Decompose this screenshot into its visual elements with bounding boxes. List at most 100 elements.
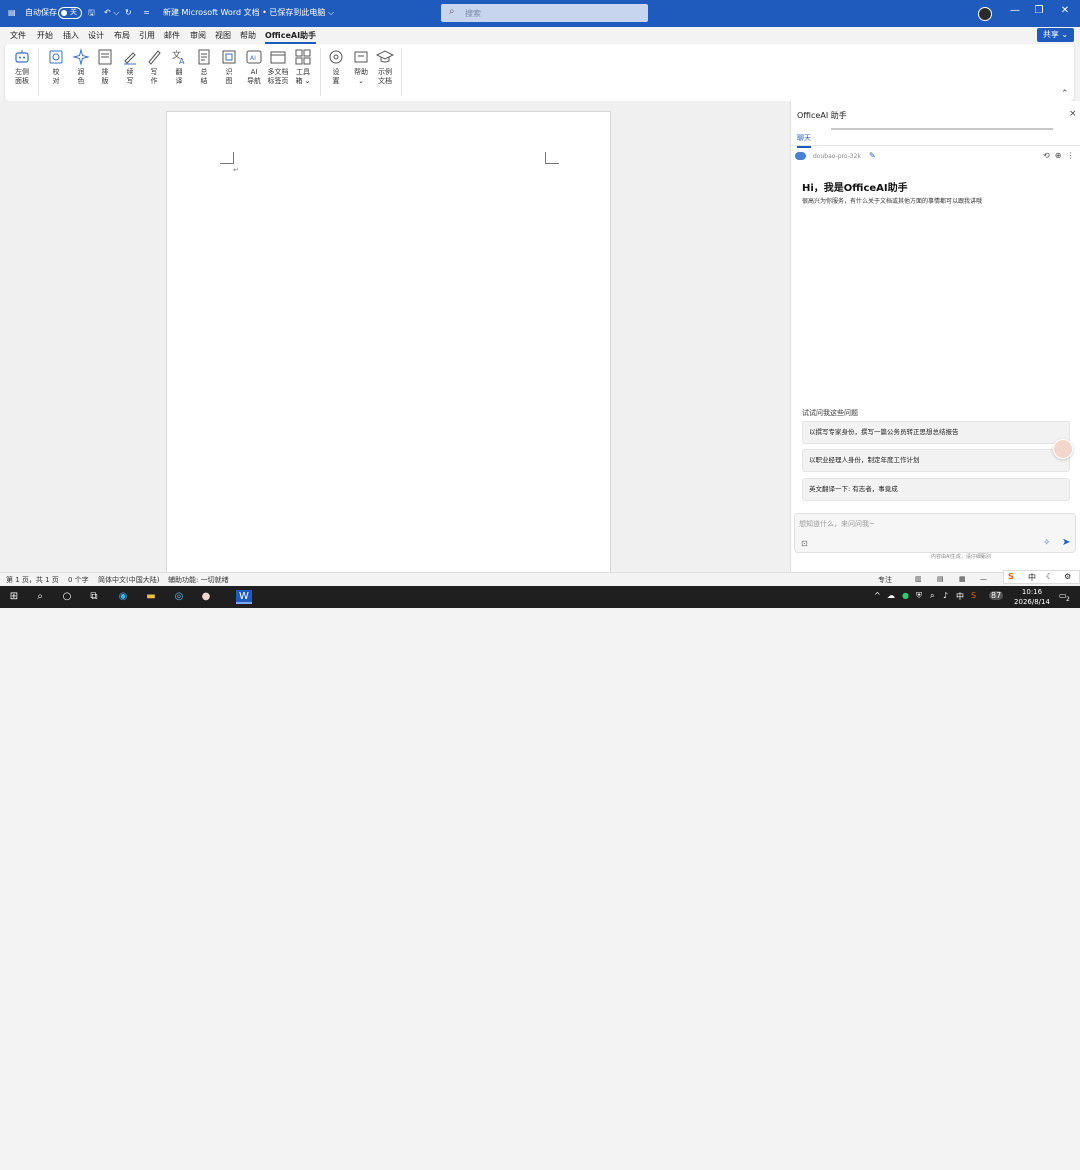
document-title[interactable]: 新建 Microsoft Word 文档 • 已保存到此电脑 ⌵ — [163, 6, 334, 20]
officeai-pane: OfficeAI 助手 × 聊天 doubao-pro-32k ✎ ⟲⊕⋮ Hi… — [790, 101, 1080, 572]
redo-icon[interactable]: ↻ — [125, 6, 132, 20]
user-avatar[interactable] — [978, 7, 992, 21]
read-mode-icon[interactable]: ▥ — [915, 575, 922, 583]
image-recognize-button[interactable]: 识 图 — [218, 48, 240, 86]
network-icon[interactable]: ⌕ — [930, 591, 934, 601]
ime-mode[interactable]: 中 — [1028, 572, 1036, 583]
chat-input-placeholder: 想知道什么，来问问我~ — [799, 520, 875, 528]
layout-button[interactable]: 排 版 — [94, 48, 116, 86]
sogou-icon[interactable]: S — [971, 591, 976, 600]
file-explorer-icon[interactable]: ▬ — [144, 590, 158, 604]
zoom-out-button[interactable]: — — [980, 575, 987, 583]
document-page[interactable] — [166, 111, 611, 573]
edge-icon[interactable]: ◉ — [116, 590, 130, 604]
polish-button[interactable]: 润 色 — [70, 48, 92, 86]
tab-help[interactable]: 帮助 — [240, 30, 256, 41]
sparkle-icon — [72, 48, 90, 66]
word-count[interactable]: 0 个字 — [68, 575, 89, 585]
page-count[interactable]: 第 1 页，共 1 页 — [6, 575, 59, 585]
pane-scrollbar[interactable] — [831, 128, 1053, 130]
collapse-ribbon-icon[interactable]: ⌃ — [1061, 89, 1069, 99]
sogou-logo-icon[interactable]: S — [1008, 572, 1014, 581]
screenshot-icon[interactable]: ⊡ — [801, 539, 808, 548]
accessibility-status[interactable]: 辅助功能: 一切就绪 — [168, 575, 229, 585]
multi-doc-tabs-button[interactable]: 多文档 标签页 — [265, 48, 291, 86]
browser-icon[interactable]: ◎ — [172, 590, 186, 604]
tab-insert[interactable]: 插入 — [63, 30, 79, 41]
app-icon[interactable]: ▤ — [8, 6, 16, 20]
battery-badge[interactable]: 87 — [989, 591, 1004, 600]
volume-icon[interactable]: ♪ — [943, 591, 948, 600]
tab-layout[interactable]: 布局 — [114, 30, 130, 41]
ai-nav-icon: AI — [246, 50, 262, 64]
history-icon[interactable]: ⟲ — [1043, 151, 1055, 160]
autosave-toggle[interactable]: 关 — [58, 7, 82, 19]
cortana-icon[interactable]: ○ — [60, 590, 74, 604]
summary-button[interactable]: 总 结 — [193, 48, 215, 86]
search-box[interactable]: ⌕ 搜索 — [441, 4, 648, 22]
ai-nav-button[interactable]: AI AI 导航 — [243, 48, 265, 86]
restore-button[interactable]: ❐ — [1031, 5, 1047, 16]
continue-write-label: 续 写 — [126, 68, 134, 85]
security-icon[interactable]: ⛨ — [916, 591, 922, 601]
chat-input[interactable]: 想知道什么，来问问我~ ⊡ ✧ ➤ — [794, 513, 1076, 553]
ime-menu-icon[interactable]: ⚙ — [1064, 572, 1071, 581]
title-bar: ▤ 自动保存 关 🖫 ↶ ⌵ ↻ ≂ 新建 Microsoft Word 文档 … — [0, 0, 1080, 27]
left-panel-button[interactable]: 左侧 面板 — [11, 48, 33, 86]
settings-button[interactable]: 设 置 — [325, 48, 347, 86]
tab-design[interactable]: 设计 — [88, 30, 104, 41]
focus-mode[interactable]: 专注 — [878, 575, 892, 585]
share-button[interactable]: 共享 ⌄ — [1037, 28, 1074, 42]
sample-docs-button[interactable]: 示例 文档 — [374, 48, 396, 86]
model-name[interactable]: doubao-pro-32k — [813, 153, 861, 160]
more-icon[interactable]: ⋮ — [1066, 151, 1079, 160]
tray-ime[interactable]: 中 — [956, 591, 964, 602]
suggestion-item[interactable]: 以职业经理人身份，制定年度工作计划 — [802, 449, 1070, 472]
language[interactable]: 简体中文(中国大陆) — [98, 575, 159, 585]
new-chat-icon[interactable]: ⊕ — [1055, 151, 1067, 160]
tray-overflow-icon[interactable]: ^ — [874, 591, 881, 600]
model-row: doubao-pro-32k ✎ ⟲⊕⋮ — [795, 151, 1077, 163]
ribbon-separator — [320, 48, 321, 96]
start-icon[interactable]: ⊞ — [7, 590, 21, 604]
pane-close-button[interactable]: × — [1069, 109, 1077, 119]
clock[interactable]: 10:16 2026/8/14 — [1012, 587, 1052, 607]
suggestion-item[interactable]: 英文翻译一下: 有志者，事竟成 — [802, 478, 1070, 501]
toolbox-button[interactable]: 工具 箱 ⌄ — [292, 48, 314, 86]
wechat-icon[interactable]: ● — [902, 591, 909, 600]
sogou-ime-icon[interactable] — [1006, 1156, 1020, 1170]
moon-icon[interactable]: ☾ — [1046, 572, 1053, 581]
magic-wand-icon[interactable]: ✧ — [1043, 538, 1051, 548]
tab-view[interactable]: 视图 — [215, 30, 231, 41]
tab-officeai[interactable]: OfficeAI助手 — [265, 30, 317, 44]
save-icon[interactable]: 🖫 — [88, 6, 95, 20]
suggestion-item[interactable]: 以撰写专家身份，撰写一篇公务员转正思想总结报告 — [802, 421, 1070, 444]
web-layout-icon[interactable]: ▦ — [959, 575, 966, 583]
tab-mailings[interactable]: 邮件 — [164, 30, 180, 41]
translate-button[interactable]: 文A 翻 译 — [168, 48, 190, 86]
edit-icon[interactable]: ✎ — [869, 151, 876, 160]
close-button[interactable]: ✕ — [1057, 5, 1073, 16]
send-icon[interactable]: ➤ — [1062, 537, 1070, 548]
pane-tools: ⟲⊕⋮ — [1043, 151, 1079, 160]
write-button[interactable]: 写 作 — [143, 48, 165, 86]
task-view-icon[interactable]: ⧉ — [87, 590, 101, 604]
proofread-button[interactable]: 校 对 — [45, 48, 67, 86]
image-recognize-icon — [222, 50, 236, 64]
tray-app-icon[interactable]: ☁ — [887, 591, 895, 600]
tab-references[interactable]: 引用 — [139, 30, 155, 41]
crop-mark — [220, 152, 234, 164]
search-icon[interactable]: ⌕ — [33, 590, 47, 604]
undo-icon[interactable]: ↶ ⌵ — [104, 6, 119, 20]
minimize-button[interactable]: — — [1007, 5, 1023, 16]
continue-write-button[interactable]: 续 写 — [119, 48, 141, 86]
tab-home[interactable]: 开始 — [37, 30, 53, 41]
assistant-avatar[interactable] — [1053, 439, 1073, 459]
print-layout-icon[interactable]: ▤ — [937, 575, 944, 583]
tab-review[interactable]: 审阅 — [190, 30, 206, 41]
word-app-icon[interactable]: W — [236, 590, 252, 604]
help-button[interactable]: 帮助 ⌄ — [350, 48, 372, 86]
customize-icon[interactable]: ≂ — [143, 6, 150, 20]
tab-file[interactable]: 文件 — [10, 30, 26, 41]
assistant-app-icon[interactable]: ● — [199, 590, 213, 604]
